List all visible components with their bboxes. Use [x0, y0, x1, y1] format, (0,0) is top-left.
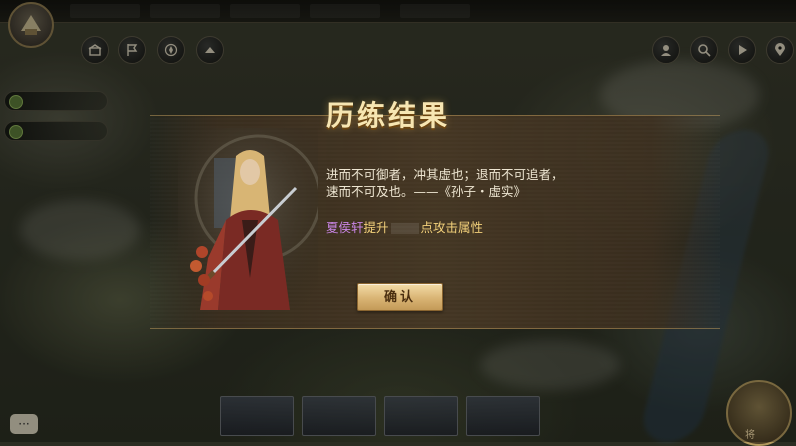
- reward-text: 夏侯轩提升 点攻击属性: [326, 217, 483, 236]
- hero-portrait: [178, 128, 318, 310]
- reward-prefix: 提升: [363, 220, 389, 235]
- dialog-title: 历练结果: [326, 99, 451, 132]
- training-result-dialog: 历练结果 进而不可御者，冲其虚也；退而不可追者， 速而不可及也。——《孙子・虚实…: [150, 99, 720, 329]
- quote-line: 进而不可御者，冲其虚也；退而不可追者，: [326, 167, 564, 182]
- reward-suffix: 点攻击属性: [420, 220, 484, 235]
- quote-line: 速而不可及也。——《孙子・虚实》: [326, 184, 527, 199]
- hero-portrait-image: [178, 128, 318, 310]
- reward-amount-placeholder: [390, 223, 419, 234]
- quote-text: 进而不可御者，冲其虚也；退而不可追者， 速而不可及也。——《孙子・虚实》: [326, 166, 616, 200]
- confirm-button[interactable]: 确认: [357, 283, 443, 311]
- hero-name: 夏侯轩: [326, 220, 364, 235]
